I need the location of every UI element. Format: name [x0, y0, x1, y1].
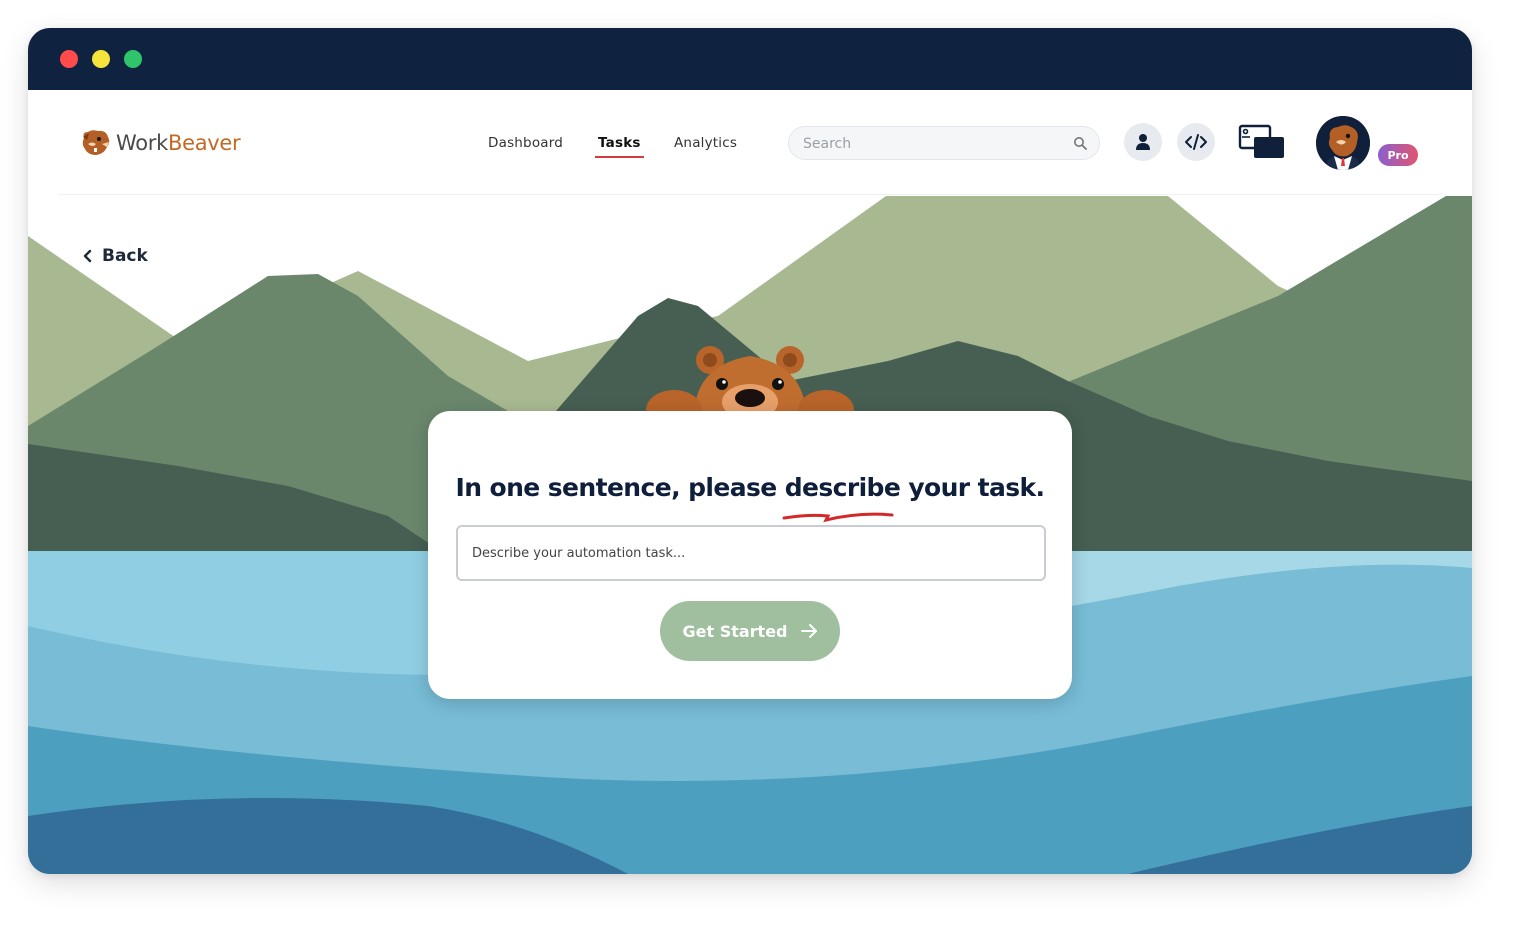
windows-icon[interactable]: [1238, 124, 1286, 162]
search-icon[interactable]: [1073, 136, 1087, 150]
beaver-avatar-icon: [1316, 116, 1370, 170]
arrow-right-icon: [800, 624, 817, 638]
task-prompt-heading: In one sentence, please describe your ta…: [455, 473, 1046, 502]
hero-landscape: Back In one sentence, please describe yo…: [28, 196, 1472, 874]
get-started-button[interactable]: Get Started: [660, 601, 840, 661]
search-input[interactable]: [801, 127, 1065, 161]
pro-badge: Pro: [1378, 144, 1418, 166]
close-window-button[interactable]: [60, 50, 78, 68]
scribble-underline: [782, 512, 894, 523]
top-navbar: WorkBeaver Dashboard Tasks Analytics Sea…: [28, 90, 1472, 196]
search-bar: [788, 126, 1100, 161]
user-avatar[interactable]: [1316, 116, 1370, 170]
user-icon: [1136, 134, 1150, 150]
logo-word-beaver: Beaver: [167, 131, 241, 155]
nav-dashboard[interactable]: Dashboard: [488, 135, 563, 151]
task-card: In one sentence, please describe your ta…: [428, 411, 1072, 699]
get-started-label: Get Started: [682, 621, 788, 641]
nav-tasks[interactable]: Tasks: [595, 135, 644, 158]
nav-analytics[interactable]: Analytics: [674, 135, 737, 151]
code-icon: [1185, 134, 1207, 150]
navbar-divider: [58, 194, 1442, 195]
back-link[interactable]: Back: [82, 246, 148, 266]
chevron-left-icon: [83, 249, 92, 263]
task-description-input[interactable]: [456, 525, 1046, 581]
maximize-window-button[interactable]: [124, 50, 142, 68]
profile-button[interactable]: [1124, 123, 1162, 161]
back-label: Back: [102, 246, 148, 266]
code-button[interactable]: [1177, 123, 1215, 161]
browser-window: WorkBeaver Dashboard Tasks Analytics Sea…: [28, 28, 1472, 874]
logo-word-work: Work: [116, 131, 168, 155]
workbeaver-logo[interactable]: WorkBeaver: [80, 128, 241, 158]
beaver-logo-icon: [82, 130, 110, 155]
minimize-window-button[interactable]: [92, 50, 110, 68]
window-titlebar: [28, 28, 1472, 90]
